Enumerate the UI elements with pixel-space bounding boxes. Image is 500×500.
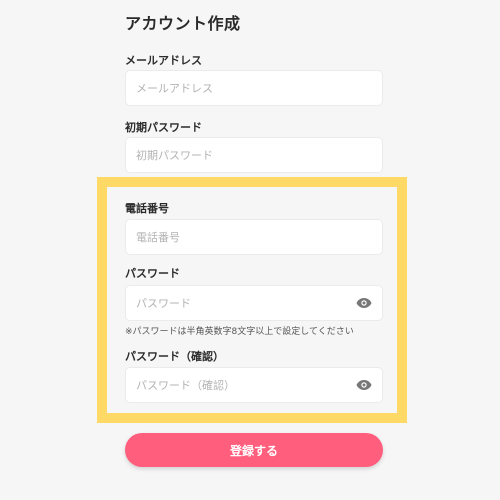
initial-password-field[interactable] [125,137,383,173]
initial-password-label: 初期パスワード [125,121,202,134]
password-confirm-field[interactable] [125,367,383,403]
password-note: ※パスワードは半角英数字8文字以上で設定してください [125,327,354,337]
phone-input[interactable] [126,220,356,254]
eye-icon[interactable] [356,297,372,309]
password-field[interactable] [125,285,383,321]
email-input[interactable] [126,71,356,105]
phone-field[interactable] [125,219,383,255]
password-input[interactable] [126,286,356,320]
password-confirm-label: パスワード（確認） [125,350,224,363]
email-label: メールアドレス [125,54,202,67]
email-field[interactable] [125,70,383,106]
register-button[interactable]: 登録する [125,433,383,467]
initial-password-input[interactable] [126,138,356,172]
eye-icon[interactable] [356,379,372,391]
password-label: パスワード [125,267,180,280]
page-title: アカウント作成 [125,14,241,33]
phone-label: 電話番号 [125,202,169,215]
password-confirm-input[interactable] [126,368,356,402]
